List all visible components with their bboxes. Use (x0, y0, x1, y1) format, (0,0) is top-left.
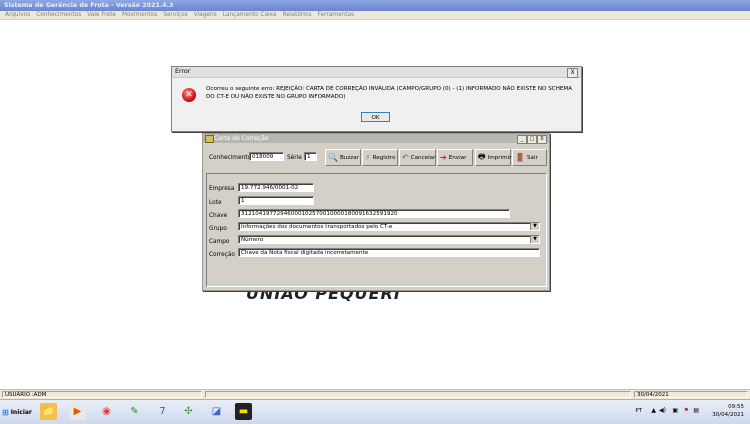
menu-viagens[interactable]: Viagens (191, 11, 220, 19)
chart-app-icon[interactable]: ◪ (208, 403, 225, 420)
empresa-input[interactable]: 19.772.946/0001-02 (238, 183, 314, 192)
serie-label: Série (287, 155, 302, 161)
media-player-icon[interactable]: ▶ (69, 403, 86, 420)
notepad-icon[interactable]: ✎ (126, 403, 143, 420)
send-icon: ➔ (440, 153, 447, 162)
printer-icon: 🖶 (478, 151, 486, 161)
carta-fields-panel: Empresa 19.772.946/0001-02 Lote 1 Chave … (206, 173, 547, 287)
grupo-select[interactable]: Informações dos documentos transportados… (238, 222, 540, 231)
menu-servicos[interactable]: Serviços (160, 11, 190, 19)
imprimir-label: Imprimir (487, 154, 512, 161)
close-icon[interactable]: X (567, 68, 578, 78)
registro-label: Registro (372, 154, 396, 161)
sair-button[interactable]: 🚪 Sair (512, 149, 547, 166)
registro-button[interactable]: ⚡ Registro (362, 149, 398, 166)
empresa-label: Empresa (209, 186, 235, 192)
status-user: USUÁRIO :ADM (2, 391, 202, 398)
app-7-icon[interactable]: 7 (154, 403, 171, 420)
cancelar-button[interactable]: ↶ Cancelar (399, 149, 436, 166)
error-message: Ocorreu o seguinte erro: REJEIÇÃO: CARTA… (206, 86, 573, 100)
app-title-bar: Sistema de Gerência de Frota - Versão 20… (0, 0, 750, 11)
menu-vale-frete[interactable]: Vale Frete (84, 11, 119, 19)
clock-date[interactable]: 30/04/2021 (704, 412, 744, 418)
enviar-label: Enviar (448, 154, 467, 161)
buscar-button[interactable]: 🔍 Buzzar (325, 149, 361, 166)
chevron-down-icon[interactable]: ▼ (530, 236, 539, 243)
campo-value: Número (241, 237, 264, 243)
enviar-button[interactable]: ➔ Enviar (437, 149, 473, 166)
carta-toolbar: Conhecimento 018009 Série 1 🔍 Buzzar ⚡ R… (204, 145, 548, 168)
taskbar: ⊞ Iniciar 📁 ▶ ◉ ✎ 7 ✣ ◪ ▬ PT ▲ ◀) ▣ ⚑ ▤ … (0, 399, 750, 424)
volume-icon[interactable]: ◀) (659, 407, 666, 414)
app-title: Sistema de Gerência de Frota - Versão 20… (4, 2, 174, 9)
menu-bar: Arquivos Conhecimentos Vale Frete Movime… (0, 11, 750, 20)
file-explorer-icon[interactable]: 📁 (40, 403, 57, 420)
menu-movimentos[interactable]: Movimentos (119, 11, 160, 19)
tray-expand-icon[interactable]: ▲ (651, 407, 656, 414)
status-empty (205, 391, 631, 398)
buscar-label: Buzzar (339, 154, 359, 161)
notification-icon[interactable]: ▤ (693, 407, 699, 414)
menu-conhecimentos[interactable]: Conhecimentos (33, 11, 84, 19)
language-indicator[interactable]: PT (635, 408, 642, 414)
error-dialog-title: Error (172, 67, 581, 78)
menu-ferramentas[interactable]: Ferramentas (315, 11, 358, 19)
serie-input[interactable]: 1 (304, 152, 317, 161)
conhecimento-input[interactable]: 018009 (249, 152, 284, 161)
network-app-icon[interactable]: ✣ (180, 403, 197, 420)
grupo-value: Informações dos documentos transportados… (241, 224, 393, 230)
grupo-label: Grupo (209, 226, 227, 232)
search-icon: 🔍 (328, 153, 338, 162)
start-label: Iniciar (10, 409, 32, 416)
chrome-icon[interactable]: ◉ (98, 403, 115, 420)
minimize-icon[interactable]: _ (517, 135, 527, 144)
cancelar-label: Cancelar (410, 154, 436, 161)
undo-icon: ↶ (402, 153, 409, 162)
menu-relatorios[interactable]: Relatórios (280, 11, 315, 19)
security-icon[interactable]: ⚑ (684, 407, 689, 414)
chave-label: Chave (209, 213, 228, 219)
status-date: 30/04/2021 (634, 391, 748, 398)
window-icon (205, 135, 214, 143)
exit-door-icon: 🚪 (515, 153, 525, 162)
carta-title-bar: Carta de Correção _ □ X (203, 134, 549, 144)
lote-input[interactable]: 1 (238, 196, 314, 205)
error-icon: ✕ (182, 88, 196, 102)
start-button[interactable]: ⊞ Iniciar (2, 406, 34, 419)
network-icon[interactable]: ▣ (672, 407, 678, 414)
menu-arquivos[interactable]: Arquivos (2, 11, 33, 19)
error-dialog: Error X ✕ Ocorreu o seguinte erro: REJEI… (171, 66, 582, 132)
clock-time[interactable]: 09:55 (704, 404, 744, 410)
conhecimento-label: Conhecimento (209, 155, 252, 161)
carta-correcao-window: Carta de Correção _ □ X Conhecimento 018… (202, 133, 550, 291)
chave-input[interactable]: 3121041977294600010257001000018009163259… (238, 209, 510, 218)
maximize-icon[interactable]: □ (527, 135, 537, 144)
ok-button[interactable]: OK (361, 112, 390, 122)
sair-label: Sair (526, 154, 538, 161)
imprimir-button[interactable]: 🖶 Imprimir (475, 149, 511, 166)
frota-app-icon[interactable]: ▬ (235, 403, 252, 420)
campo-select[interactable]: Número ▼ (238, 235, 540, 244)
close-icon[interactable]: X (537, 135, 547, 144)
correcao-input[interactable]: Chave da Nota fiscal digitada incorretam… (238, 248, 540, 257)
campo-label: Campo (209, 239, 230, 245)
menu-lancamento-caixa[interactable]: Lançamento Caixa (220, 11, 280, 19)
carta-title: Carta de Correção (214, 135, 269, 142)
lightning-icon: ⚡ (365, 153, 371, 162)
chevron-down-icon[interactable]: ▼ (530, 223, 539, 230)
correcao-label: Correção (209, 252, 235, 258)
lote-label: Lote (209, 200, 222, 206)
windows-logo-icon: ⊞ (2, 408, 9, 417)
